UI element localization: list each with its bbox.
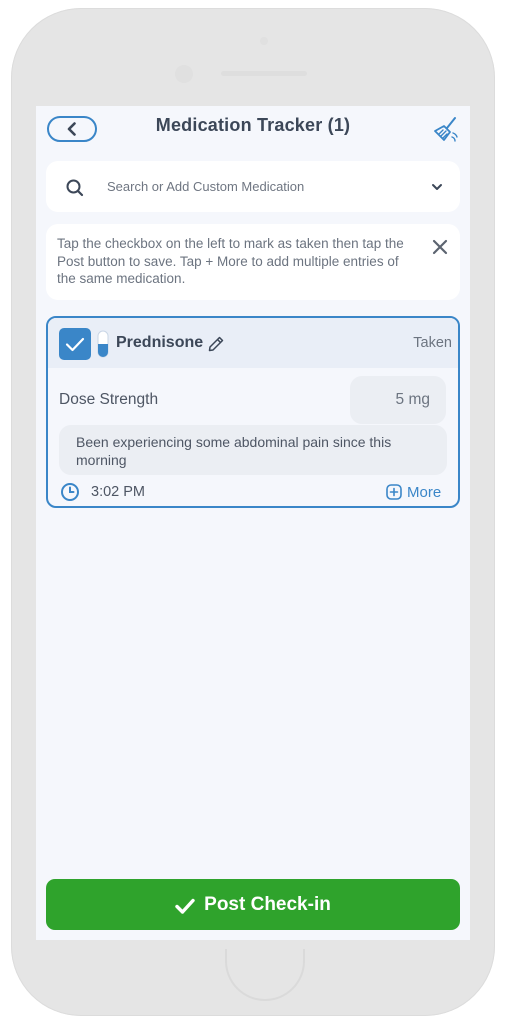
plus-icon [386, 484, 402, 500]
instructions-text: Tap the checkbox on the left to mark as … [57, 236, 404, 286]
post-check-in-label: Post Check-in [204, 893, 331, 915]
pencil-icon[interactable] [207, 335, 225, 353]
note-field[interactable]: Been experiencing some abdominal pain si… [59, 425, 447, 475]
broom-icon[interactable] [432, 115, 460, 143]
instructions-banner: Tap the checkbox on the left to mark as … [46, 224, 460, 300]
post-check-in-button[interactable]: Post Check-in [46, 879, 460, 930]
more-button[interactable]: More [386, 482, 441, 502]
checkmark-icon [175, 898, 195, 914]
dose-strength-label: Dose Strength [59, 391, 159, 408]
pill-icon [97, 330, 109, 358]
status-label: Taken [413, 335, 452, 351]
more-label: More [407, 483, 442, 501]
clock-icon[interactable] [60, 482, 80, 502]
medication-card-header: Prednisone Taken [48, 318, 458, 368]
search-bar[interactable]: Search or Add Custom Medication [46, 161, 460, 212]
close-icon[interactable] [430, 237, 450, 257]
medication-name: Prednisone [116, 334, 204, 351]
checkmark-icon [65, 337, 85, 352]
app-screen: Medication Tracker (1) Search or Add Cus… [36, 106, 470, 940]
phone-front-camera [175, 65, 193, 83]
medication-card: Prednisone Taken Dose Strength 5 mg Been… [46, 316, 460, 508]
phone-home-button [225, 949, 305, 1001]
dose-strength-field[interactable]: 5 mg [350, 376, 446, 424]
header: Medication Tracker (1) [36, 106, 470, 150]
phone-sensor [260, 37, 268, 45]
page-title: Medication Tracker (1) [155, 115, 351, 135]
search-icon [66, 179, 84, 197]
chevron-down-icon[interactable] [430, 180, 444, 194]
search-input[interactable]: Search or Add Custom Medication [107, 179, 304, 194]
taken-checkbox[interactable] [59, 328, 91, 360]
phone-speaker [221, 71, 307, 76]
time-value[interactable]: 3:02 PM [91, 484, 145, 500]
